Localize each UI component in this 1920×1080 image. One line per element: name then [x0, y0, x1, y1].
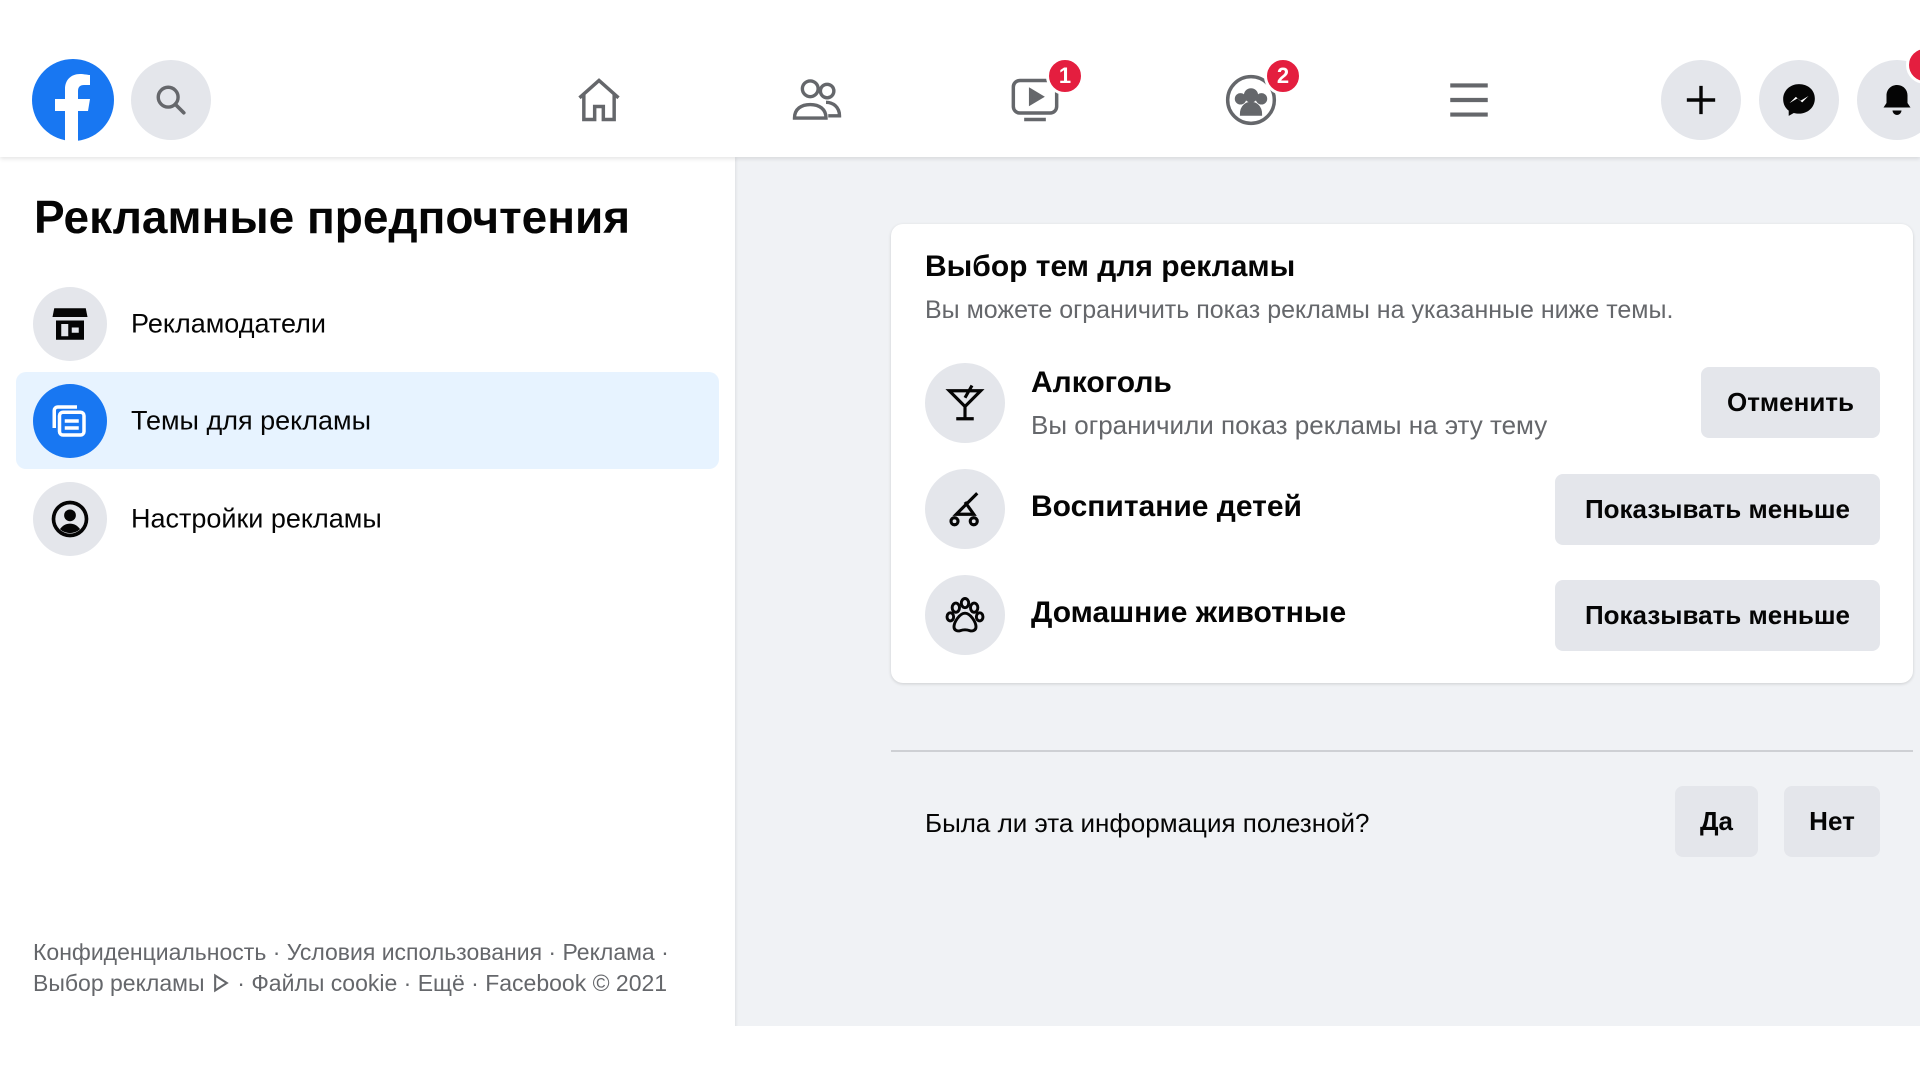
sidebar-item-label: Рекламодатели: [131, 308, 326, 338]
footer-links[interactable]: Конфиденциальность · Условия использован…: [33, 939, 669, 966]
topic-label: Алкоголь: [1031, 366, 1172, 399]
page-title: Рекламные предпочтения: [34, 191, 631, 243]
nav-friends[interactable]: [777, 60, 857, 140]
nav-menu[interactable]: [1429, 60, 1509, 140]
sidebar-item-advertisers[interactable]: Рекламодатели: [16, 275, 719, 372]
search-button[interactable]: [131, 60, 211, 140]
messenger-button[interactable]: [1759, 60, 1839, 140]
groups-badge: 2: [1264, 57, 1302, 95]
topic-label: Воспитание детей: [1031, 490, 1302, 523]
hamburger-menu-icon: [1450, 83, 1488, 117]
sidebar-item-ad-settings[interactable]: Настройки рекламы: [16, 470, 719, 567]
create-button[interactable]: [1661, 60, 1741, 140]
top-navbar: 1 2: [0, 0, 1920, 157]
divider: [891, 750, 1913, 752]
left-sidebar: Рекламные предпочтения Рекламодатели Тем…: [0, 157, 735, 1030]
topic-label: Домашние животные: [1031, 596, 1347, 629]
plus-icon: [1686, 85, 1716, 115]
watch-badge: 1: [1046, 57, 1084, 95]
footer-links-2: Выбор рекламы · Файлы cookie · Ещё · Fac…: [33, 970, 667, 997]
bottom-blank: [0, 1026, 1920, 1080]
nav-home[interactable]: [559, 60, 639, 140]
facebook-logo[interactable]: [32, 59, 114, 141]
show-less-button[interactable]: Показывать меньше: [1555, 580, 1880, 651]
card-title: Выбор тем для рекламы: [925, 250, 1296, 283]
undo-button[interactable]: Отменить: [1701, 367, 1880, 438]
sidebar-item-label: Настройки рекламы: [131, 503, 382, 533]
feedback-question: Была ли эта информация полезной?: [925, 808, 1370, 838]
bell-icon: [1883, 85, 1911, 115]
show-less-button[interactable]: Показывать меньше: [1555, 474, 1880, 545]
topic-status: Вы ограничили показ рекламы на эту тему: [1031, 410, 1548, 440]
sidebar-item-label: Темы для рекламы: [131, 405, 371, 435]
stroller-icon: [925, 469, 1005, 549]
cocktail-icon: [925, 363, 1005, 443]
feedback-yes-button[interactable]: Да: [1675, 786, 1758, 857]
store-icon: [33, 286, 107, 361]
sidebar-item-ad-topics[interactable]: Темы для рекламы: [16, 372, 719, 469]
ad-topics-card: Выбор тем для рекламы Вы можете ограничи…: [891, 224, 1913, 683]
card-subtitle: Вы можете ограничить показ рекламы на ук…: [925, 296, 1674, 324]
messenger-icon: [1783, 84, 1815, 116]
search-icon: [156, 85, 186, 115]
friends-icon: [792, 79, 842, 120]
user-circle-icon: [33, 481, 107, 556]
paw-icon: [925, 575, 1005, 655]
home-icon: [578, 78, 620, 122]
footer-links-rest[interactable]: · Файлы cookie · Ещё · Facebook © 2021: [231, 970, 667, 996]
ad-choices-link[interactable]: Выбор рекламы: [33, 970, 204, 996]
feedback-no-button[interactable]: Нет: [1784, 786, 1880, 857]
topics-icon: [33, 383, 107, 458]
ad-choices-icon: [214, 973, 229, 993]
